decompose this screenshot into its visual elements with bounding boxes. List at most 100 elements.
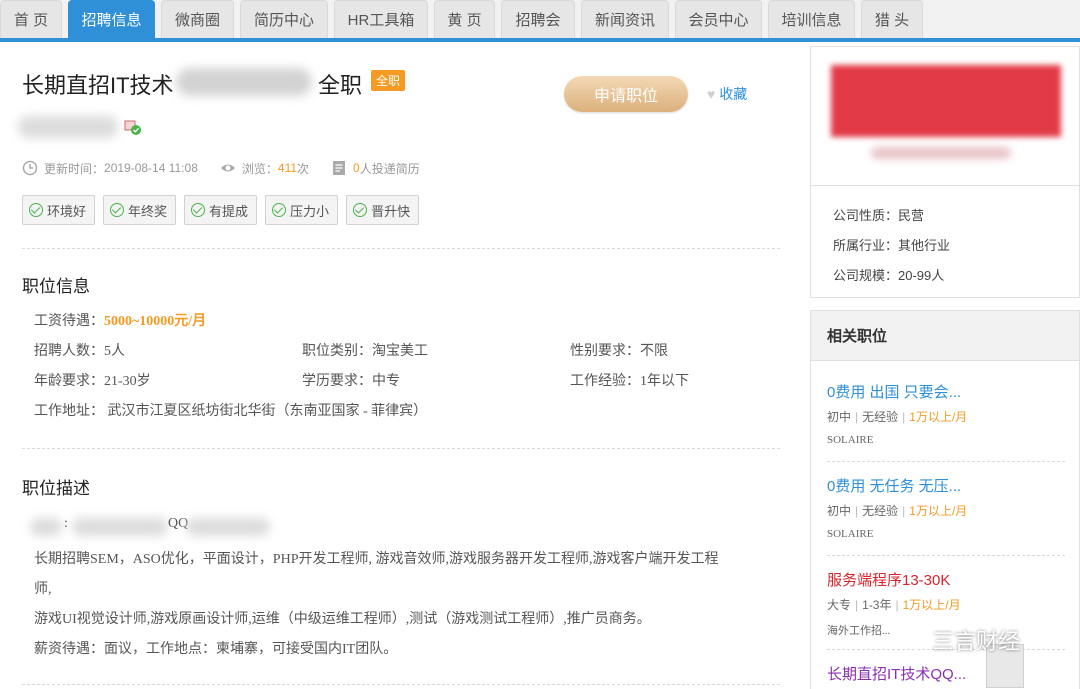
redacted-qq-number — [186, 518, 270, 536]
job-meta-row: 更新时间： 2019-08-14 11:08 浏览： 411 次 0 人投递简历 — [22, 158, 420, 178]
verified-badge-icon — [124, 120, 141, 135]
related-job-exp: 1-3年 — [862, 598, 892, 612]
job-description-title: 职位描述 — [22, 479, 90, 498]
apply-job-button[interactable]: 申请职位 — [564, 76, 688, 112]
category-field: 职位类别：淘宝美工 — [302, 340, 428, 360]
divider — [22, 684, 780, 685]
job-tag-label: 压力小 — [290, 203, 330, 219]
job-tags: 环境好 年终奖 有提成 压力小 晋升快 — [22, 195, 420, 225]
redacted-company-title — [871, 147, 1011, 159]
divider — [22, 248, 780, 249]
redacted-title-part — [176, 68, 312, 96]
check-circle-icon — [29, 203, 43, 217]
related-job-title[interactable]: 0费用 出国 只要会... — [827, 381, 961, 402]
watermark-text: 三言财经 — [932, 629, 1021, 654]
update-time-value: 2019-08-14 11:08 — [104, 161, 198, 175]
related-job-meta: 初中 | 无经验 | 1万以上/月 — [827, 410, 968, 424]
gender-field: 性别要求：不限 — [570, 340, 668, 360]
related-job-title[interactable]: 0费用 无任务 无压... — [827, 475, 961, 496]
check-circle-icon — [353, 203, 368, 217]
related-job-meta: 大专 | 1-3年 | 1万以上/月 — [827, 598, 961, 612]
education-label: 学历要求： — [302, 374, 372, 389]
job-tag-label: 有提成 — [209, 203, 249, 219]
update-time-label: 更新时间： — [44, 161, 105, 176]
favorite-label: 收藏 — [719, 86, 748, 102]
job-title-suffix: 全职 — [318, 73, 363, 98]
watermark: 三言财经 — [896, 624, 1020, 656]
description-line: 游戏UI视觉设计师,游戏原画设计师,运维（中级运维工程师）,测试（游戏测试工程师… — [34, 612, 651, 627]
redacted-company-name — [18, 116, 118, 138]
category-value: 淘宝美工 — [372, 344, 428, 359]
gender-label: 性别要求： — [570, 344, 640, 359]
redacted-contact-value — [72, 518, 168, 536]
views-label: 浏览： — [241, 161, 278, 176]
address-field: 工作地址： 武汉市江夏区纸坊街北华街（东南亚国家 - 菲律宾） — [34, 400, 427, 420]
related-job-title[interactable]: 服务端程序13-30K — [827, 569, 950, 590]
nav-tab-job-fair[interactable]: 招聘会 — [501, 0, 575, 38]
views-count: 411 — [277, 161, 298, 175]
applied-count: 0 — [353, 161, 360, 175]
nav-tab-yellow-pages[interactable]: 黄 页 — [434, 0, 495, 38]
job-tag: 晋升快 — [346, 195, 420, 225]
company-industry-value: 其他行业 — [898, 238, 951, 253]
gender-value: 不限 — [640, 344, 668, 359]
related-jobs-header: 相关职位 — [811, 311, 1079, 361]
headcount-label: 招聘人数： — [34, 344, 104, 359]
headcount-value: 5人 — [104, 344, 125, 359]
job-tag: 压力小 — [265, 195, 339, 225]
nav-tab-news[interactable]: 新闻资讯 — [581, 0, 669, 38]
related-job-pay: 1万以上/月 — [902, 598, 961, 612]
company-nature-label: 公司性质： — [833, 208, 899, 223]
salary-field: 工资待遇：5000~10000元/月 — [34, 310, 206, 330]
company-card: 公司性质：民营 所属行业：其他行业 公司规模：20-99人 — [810, 46, 1080, 298]
eye-icon — [220, 164, 235, 172]
company-size-value: 20-99人 — [898, 268, 945, 283]
favorite-button[interactable]: ♥ 收藏 — [707, 84, 747, 104]
company-size-label: 公司规模： — [833, 268, 899, 283]
check-circle-icon — [272, 203, 287, 217]
company-industry: 所属行业：其他行业 — [833, 235, 950, 254]
job-type-badge: 全职 — [371, 70, 406, 91]
related-job-company[interactable]: SOLAIRE — [827, 528, 873, 540]
description-line: 薪资待遇：面议，工作地点：柬埔寨，可接受国内IT团队。 — [34, 642, 398, 657]
divider — [827, 555, 1065, 556]
related-job-company[interactable]: 海外工作招... — [827, 622, 890, 638]
address-label: 工作地址： — [34, 404, 104, 419]
check-circle-icon — [110, 203, 125, 217]
resume-icon — [333, 161, 346, 175]
job-tag: 有提成 — [184, 195, 258, 225]
related-job-company[interactable]: SOLAIRE — [827, 434, 873, 446]
redacted-contact-label — [30, 518, 62, 536]
company-industry-label: 所属行业： — [833, 238, 899, 253]
nav-tab-member[interactable]: 会员中心 — [675, 0, 762, 38]
age-field: 年龄要求：21-30岁 — [34, 370, 151, 390]
related-job-meta: 初中 | 无经验 | 1万以上/月 — [827, 504, 968, 518]
nav-tab-home[interactable]: 首 页 — [0, 0, 62, 38]
job-tag-label: 晋升快 — [371, 203, 411, 219]
applied-text: 人投递简历 — [359, 161, 420, 176]
experience-value: 1年以下 — [640, 374, 689, 389]
experience-label: 工作经验： — [570, 374, 640, 389]
description-line: 师, — [34, 582, 52, 597]
sidebar: 公司性质：民营 所属行业：其他行业 公司规模：20-99人 相关职位 0费用 出… — [810, 46, 1080, 689]
related-job-pay: 1万以上/月 — [909, 504, 968, 518]
job-info-title: 职位信息 — [22, 277, 90, 296]
nav-tab-hr-tools[interactable]: HR工具箱 — [334, 0, 428, 38]
nav-tab-weishang[interactable]: 微商圈 — [161, 0, 234, 38]
company-size: 公司规模：20-99人 — [833, 265, 944, 284]
related-job-exp: 无经验 — [862, 410, 899, 424]
salary-label: 工资待遇： — [34, 314, 104, 329]
company-logo[interactable] — [831, 65, 1061, 137]
related-job-title[interactable]: 长期直招IT技术QQ... — [827, 663, 966, 684]
divider — [827, 461, 1065, 462]
nav-tab-training[interactable]: 培训信息 — [768, 0, 855, 38]
nav-tab-resume[interactable]: 简历中心 — [240, 0, 328, 38]
top-nav: 首 页 招聘信息 微商圈 简历中心 HR工具箱 黄 页 招聘会 新闻资讯 会员中… — [0, 0, 1080, 42]
contact-qq-label: QQ — [168, 516, 189, 531]
related-job-edu: 大专 — [827, 598, 852, 612]
divider — [811, 185, 1079, 186]
related-job-pay: 1万以上/月 — [909, 410, 968, 424]
job-title: 长期直招IT技术 — [22, 73, 174, 98]
nav-tab-headhunter[interactable]: 猎 头 — [861, 0, 923, 38]
nav-tab-jobs[interactable]: 招聘信息 — [68, 0, 155, 38]
